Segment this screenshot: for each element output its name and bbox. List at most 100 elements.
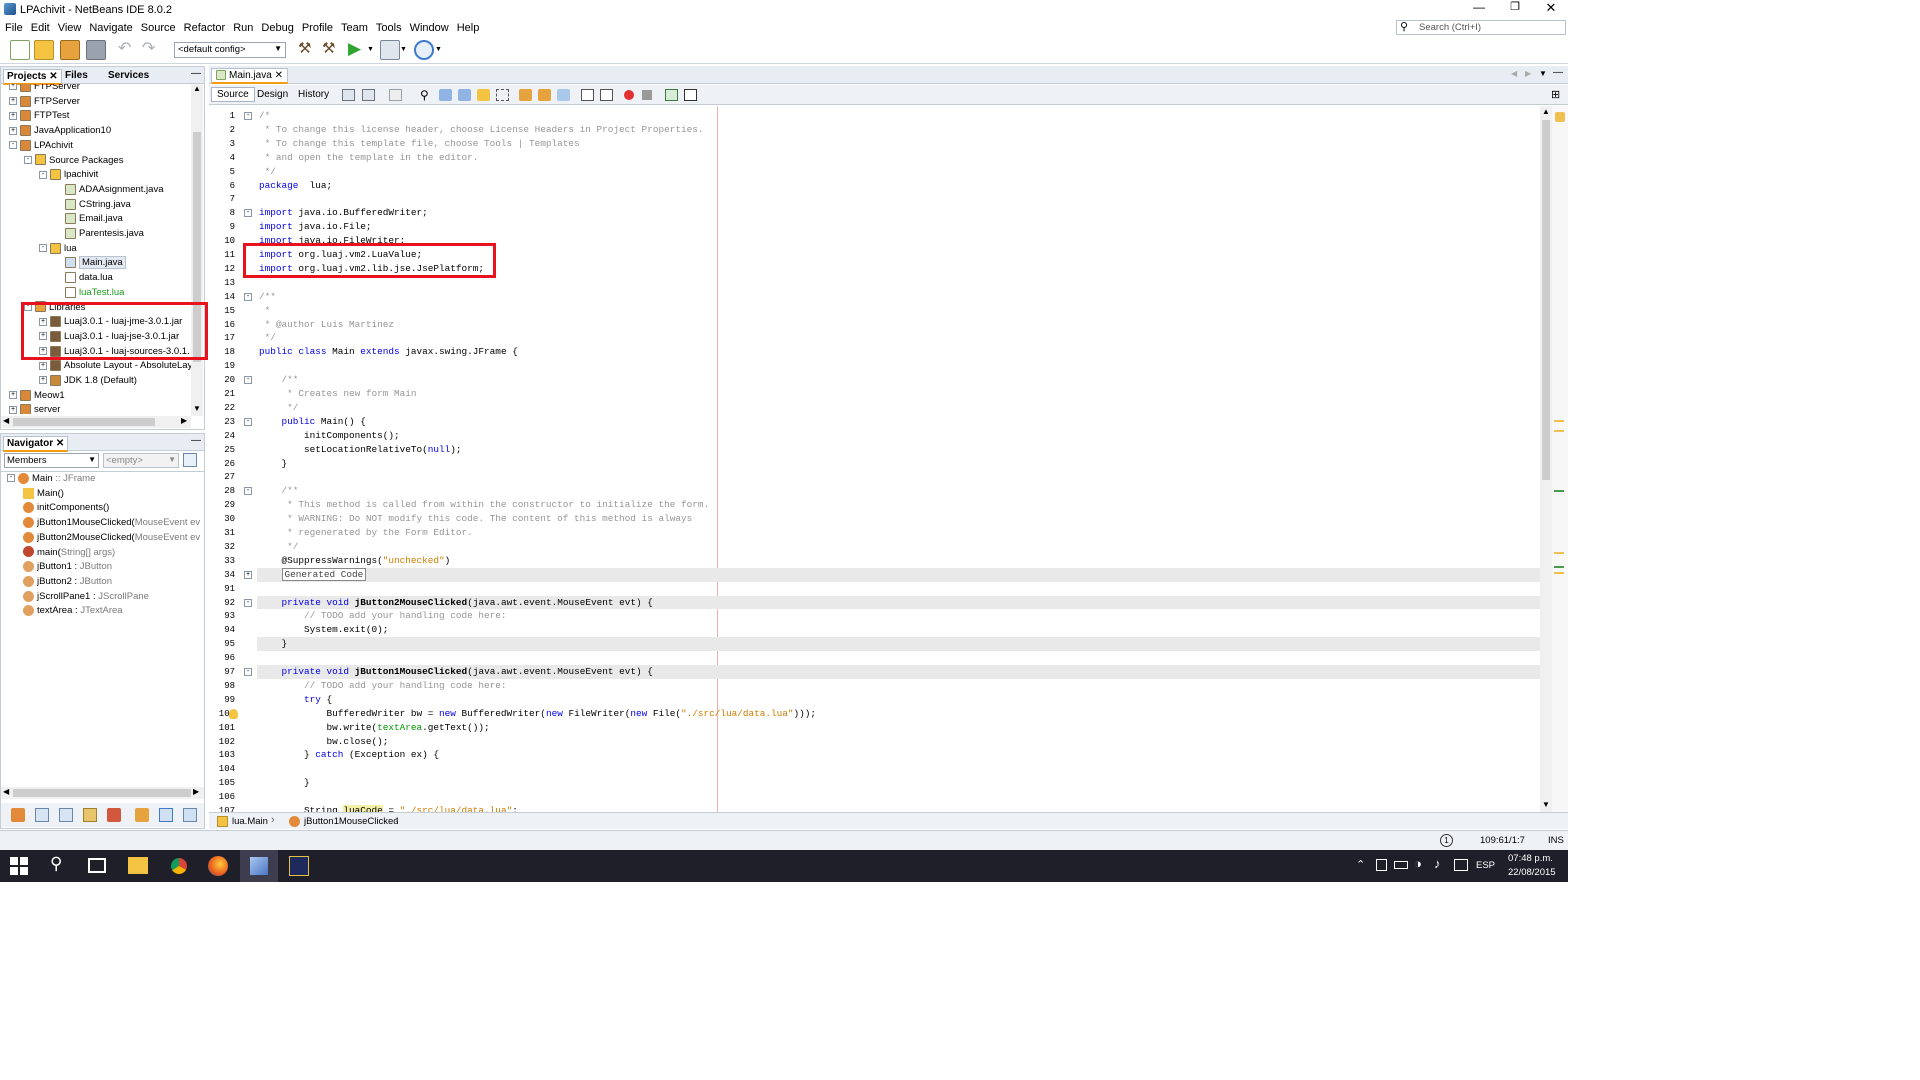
mode-history-button[interactable]: History [298,88,329,101]
run-dropdown-icon[interactable]: ▼ [367,46,374,53]
shift-left-icon[interactable] [581,89,594,101]
close-button[interactable]: ✕ [1536,0,1566,18]
error-stripe-ok-icon[interactable] [1555,112,1565,122]
tab-main-java[interactable]: Main.java ✕ [211,68,288,84]
breadcrumb-method[interactable]: jButton1MouseClicked [304,816,399,827]
hscroll-thumb[interactable] [13,789,191,797]
tree-item[interactable]: ADAAsignment.java [54,183,163,198]
toggle-bookmark-icon[interactable] [557,89,570,101]
back-icon[interactable] [362,89,375,101]
search-box[interactable]: ⚲ Search (Ctrl+I) [1396,20,1566,35]
tree-item[interactable]: Email.java [54,212,123,227]
sort-by-source-icon[interactable] [159,808,173,822]
open-project-icon[interactable] [60,40,80,60]
stripe-mark[interactable] [1554,420,1564,422]
menu-view[interactable]: View [54,20,86,36]
scroll-left-icon[interactable]: ◀ [3,787,9,796]
tree-item[interactable]: Main.java [54,256,126,271]
navigator-tree[interactable]: - Main :: JFrame Main() initComponents() jBu… [1,472,204,782]
tree-item[interactable]: + Absolute Layout - AbsoluteLay [39,359,191,374]
collapse-icon[interactable]: - [24,155,32,164]
filter-nonpublic-icon[interactable] [83,808,97,822]
tab-navigator[interactable]: Navigator ✕ [3,436,69,452]
clock-date[interactable]: 22/08/2015 [1508,867,1556,878]
split-editor-icon[interactable]: ⊞ [1551,88,1560,101]
expand-icon[interactable]: + [9,405,17,414]
new-project-icon[interactable] [34,40,54,60]
expand-icon[interactable]: + [39,376,47,385]
menu-window[interactable]: Window [406,20,453,36]
windows-start-icon[interactable] [10,857,28,875]
collapse-fold-icon[interactable]: - [244,112,252,120]
tree-item[interactable]: + Meow1 [9,389,65,404]
hscroll-thumb[interactable] [13,418,155,426]
device-icon[interactable] [1376,859,1387,871]
editor-vertical-scrollbar[interactable]: ▲ ▼ [1540,106,1552,814]
firefox-icon[interactable] [208,856,228,876]
menu-run[interactable]: Run [229,20,257,36]
clean-build-icon[interactable]: ⚒ [322,40,342,60]
tab-projects[interactable]: Projects ✕ [3,69,62,85]
tree-item[interactable]: Parentesis.java [54,227,144,242]
undo-icon[interactable]: ↶ [118,40,138,60]
previous-bookmark-icon[interactable] [519,89,532,101]
maximize-window-icon[interactable]: — [1553,67,1563,78]
expand-icon[interactable]: + [39,361,47,370]
scroll-up-icon[interactable]: ▲ [193,84,201,93]
expand-icon[interactable]: + [9,111,17,120]
build-hammer-icon[interactable]: ⚒ [298,40,318,60]
task-view-icon[interactable] [88,858,106,873]
collapse-fold-icon[interactable]: - [244,376,252,385]
collapse-fold-icon[interactable]: - [244,598,252,607]
minimize-panel-icon[interactable]: — [191,68,201,79]
find-next-icon[interactable] [458,89,471,101]
stripe-mark[interactable] [1554,566,1564,568]
sort-by-name-icon[interactable] [135,808,149,822]
navigator-item[interactable]: main(String[] args) [23,546,115,561]
tab-services[interactable]: Services [108,70,149,81]
shift-right-icon[interactable] [600,89,613,101]
profile-dropdown-icon[interactable]: ▼ [435,46,442,53]
clock-time[interactable]: 07:48 p.m. [1508,853,1553,864]
scroll-thumb[interactable] [1542,120,1550,480]
menu-edit[interactable]: Edit [27,20,54,36]
navigator-item[interactable]: jButton2MouseClicked(MouseEvent ev [23,531,200,546]
battery-icon[interactable] [1394,861,1408,869]
members-select[interactable]: Members ▼ [4,453,99,468]
navigator-options-icon[interactable] [183,453,197,467]
search-icon[interactable]: ⚲ [50,854,62,874]
next-bookmark-icon[interactable] [538,89,551,101]
scroll-down-icon[interactable]: ▼ [1542,800,1550,809]
close-icon[interactable]: ✕ [275,70,283,81]
minimize-panel-icon[interactable]: — [191,435,201,446]
comment-icon[interactable] [665,89,678,101]
expand-icon[interactable]: + [9,126,17,135]
run-icon[interactable]: ▶ [348,40,368,60]
start-macro-icon[interactable] [624,90,634,100]
breadcrumb-class[interactable]: lua.Main [232,816,268,827]
scroll-right-icon[interactable]: ▶ [193,787,199,796]
stripe-mark[interactable] [1554,430,1564,432]
collapse-fold-icon[interactable]: - [244,292,252,301]
new-file-icon[interactable] [10,40,30,60]
project-tree[interactable]: + FTPServer + FTPServer + FTPTest + JavaApplica… [1,84,191,414]
menu-team[interactable]: Team [337,20,372,36]
menu-tools[interactable]: Tools [372,20,406,36]
menu-navigate[interactable]: Navigate [85,20,136,36]
collapse-fold-icon[interactable]: - [244,417,252,426]
collapse-icon[interactable]: - [39,244,47,253]
expand-icon[interactable]: + [9,97,17,106]
close-icon[interactable]: ✕ [49,71,57,82]
scroll-right-icon[interactable]: ▶ [181,416,187,425]
tree-vertical-scrollbar[interactable]: ▲ ▼ [191,84,203,416]
tree-item[interactable]: + FTPTest [9,109,69,124]
lightbulb-hint-icon[interactable] [229,708,238,719]
tree-item[interactable]: - lpachivit [39,168,98,183]
tree-item[interactable]: - LPAchivit [9,139,73,154]
navigator-item[interactable]: jScrollPane1 : JScrollPane [23,590,149,605]
redo-icon[interactable]: ↷ [142,40,162,60]
navigator-item[interactable]: jButton1 : JButton [23,560,112,575]
navigator-item[interactable]: - Main :: JFrame [7,472,95,487]
stripe-mark[interactable] [1554,552,1564,554]
forward-icon[interactable] [389,89,402,101]
